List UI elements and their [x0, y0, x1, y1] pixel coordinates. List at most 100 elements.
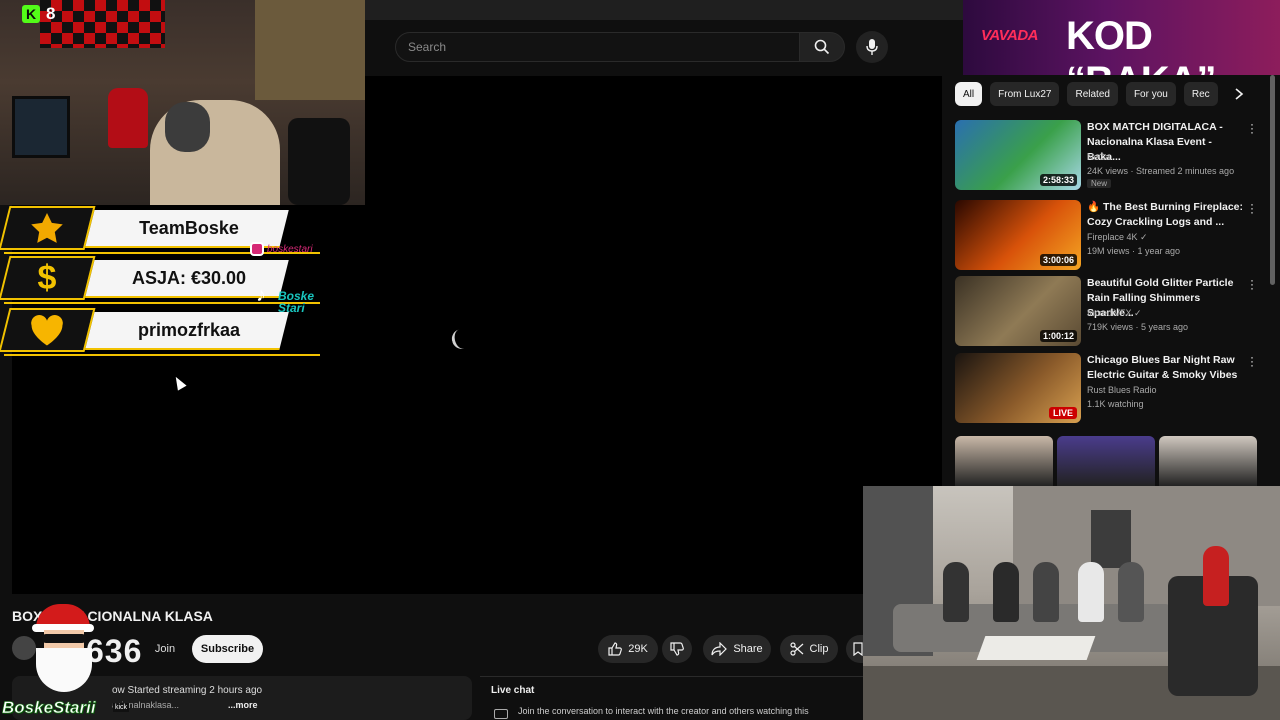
search-placeholder: Search — [408, 40, 447, 54]
santa-avatar — [32, 602, 100, 698]
thumbs-up-icon — [608, 642, 623, 656]
youtube-topbar — [365, 0, 965, 20]
viewer-person — [993, 562, 1019, 622]
viewer-person — [1033, 562, 1059, 622]
recommended-video[interactable]: 3:00:06 🔥 The Best Burning Fireplace: Coz… — [955, 198, 1260, 270]
chip-rec[interactable]: Rec — [1183, 82, 1218, 106]
kick-viewer-counter: K8 — [22, 4, 55, 24]
viewer-person — [943, 562, 969, 622]
chat-bubble-icon — [494, 709, 508, 719]
donation-row: primozfrkaa — [0, 308, 320, 356]
short-thumbnail[interactable] — [1057, 436, 1155, 486]
dislike-button[interactable] — [662, 635, 692, 663]
description-stream-info: ow Started streaming 2 hours ago — [112, 685, 263, 696]
chevron-right-icon — [1235, 88, 1244, 100]
room-camera-feed — [863, 486, 1280, 720]
room-monitor — [12, 96, 70, 158]
ad-brand-logo: VAVADA — [981, 27, 1039, 44]
clip-button[interactable]: Clip — [780, 635, 838, 663]
recommended-video-channel[interactable]: NeCa — [1087, 152, 1110, 162]
viewer-person — [1203, 546, 1229, 606]
more-options-icon[interactable]: · · · — [1249, 274, 1255, 294]
kick-logo-icon: K — [22, 5, 40, 23]
recommended-video-title[interactable]: Chicago Blues Bar Night Raw Electric Gui… — [1087, 353, 1245, 383]
video-thumbnail[interactable]: LIVE — [955, 353, 1081, 423]
viewer-person — [1118, 562, 1144, 622]
scissors-icon — [789, 642, 803, 656]
microphone-icon — [866, 39, 878, 55]
donation-text: primozfrkaa — [137, 320, 241, 340]
voice-search-button[interactable] — [856, 31, 888, 63]
santa-beard — [36, 648, 92, 692]
instagram-icon — [250, 242, 264, 256]
streamer-head — [165, 102, 210, 152]
video-duration: 2:58:33 — [1039, 174, 1077, 186]
shorts-row — [955, 436, 1265, 486]
video-duration: 3:00:06 — [1039, 254, 1077, 266]
search-icon — [814, 39, 830, 55]
instagram-handle: boskestari — [250, 242, 313, 256]
like-count: 29K — [628, 643, 648, 655]
room-shelf — [255, 0, 365, 100]
video-thumbnail[interactable]: 3:00:06 — [955, 200, 1081, 270]
filter-chips: All From Lux27 Related For you Rec — [955, 82, 1218, 106]
subscribe-button[interactable]: Subscribe — [192, 635, 263, 663]
video-thumbnail[interactable]: 1:00:12 — [955, 276, 1081, 346]
donation-text: ASJA: €30.00 — [131, 268, 247, 288]
streamer-brand-name: BoskeStarii — [2, 698, 96, 718]
more-options-icon[interactable]: · · · — [1249, 198, 1255, 218]
more-options-icon[interactable]: · · · — [1249, 351, 1255, 371]
checkered-flag-decor — [40, 0, 165, 48]
share-label: Share — [733, 643, 763, 655]
recommended-video-channel[interactable]: IncrediVFX ✓ — [1087, 308, 1142, 319]
clip-label: Clip — [809, 643, 829, 655]
chip-all[interactable]: All — [955, 82, 983, 106]
recommended-video-title[interactable]: BOX MATCH DIGITALACA - Nacionalna Klasa … — [1087, 120, 1245, 165]
viewer-person — [1078, 562, 1104, 622]
ad-banner: VAVADA KOD “BAKA” — [963, 0, 1280, 75]
chips-next-button[interactable] — [1230, 85, 1248, 103]
description-more-link[interactable]: ...more — [228, 700, 258, 710]
share-button[interactable]: Share — [703, 635, 771, 663]
live-chat-title: Live chat — [491, 685, 535, 696]
search-input[interactable]: Search — [395, 32, 800, 62]
tiktok-handle-text: Boske Stari — [278, 289, 315, 315]
recommended-video-channel[interactable]: Fireplace 4K ✓ — [1087, 232, 1148, 243]
recommended-video[interactable]: 1:00:12 Beautiful Gold Glitter Particle R… — [955, 274, 1260, 346]
recommended-video-channel[interactable]: Rust Blues Radio — [1087, 385, 1157, 395]
instagram-handle-text: boskestari — [267, 243, 313, 255]
join-button[interactable]: Join — [148, 636, 182, 662]
recommended-video-meta: 1.1K watching — [1087, 399, 1144, 409]
thumbs-down-icon — [670, 642, 684, 656]
room-chair — [108, 88, 148, 148]
new-badge: New — [1087, 179, 1112, 188]
chip-for-you[interactable]: For you — [1125, 82, 1176, 106]
chip-from-lux27[interactable]: From Lux27 — [990, 82, 1060, 106]
short-thumbnail[interactable] — [1159, 436, 1257, 486]
like-button[interactable]: 29K — [598, 635, 658, 663]
live-badge: LIVE — [1048, 407, 1077, 419]
short-thumbnail[interactable] — [955, 436, 1053, 486]
more-options-icon[interactable]: · · · — [1249, 118, 1255, 138]
streamer-webcam: K8 — [0, 0, 365, 205]
dollar-icon: $ — [37, 258, 57, 297]
recommended-video-title[interactable]: 🔥 The Best Burning Fireplace: Cozy Crack… — [1087, 200, 1245, 230]
gaming-chair — [288, 118, 350, 205]
star-icon — [26, 209, 68, 247]
tiktok-icon: ♪ — [256, 284, 266, 306]
sidebar-scrollbar[interactable] — [1270, 75, 1275, 285]
chip-related[interactable]: Related — [1067, 82, 1118, 106]
donation-text: TeamBoske — [139, 218, 239, 238]
video-thumbnail[interactable]: 2:58:33 — [955, 120, 1081, 190]
video-duration: 1:00:12 — [1039, 330, 1077, 342]
recommended-video-meta: 24K views · Streamed 2 minutes ago — [1087, 166, 1235, 176]
room-coffee-table — [976, 636, 1096, 660]
live-chat-message: Join the conversation to interact with t… — [518, 706, 809, 716]
kick-viewer-count: 8 — [46, 4, 56, 23]
room-door — [1091, 510, 1131, 568]
recommended-video-meta: 719K views · 5 years ago — [1087, 322, 1189, 332]
santa-sunglasses — [42, 634, 86, 643]
search-button[interactable] — [799, 32, 845, 62]
recommended-video[interactable]: 2:58:33 BOX MATCH DIGITALACA - Nacionalna… — [955, 118, 1260, 190]
recommended-video[interactable]: LIVE Chicago Blues Bar Night Raw Electric… — [955, 351, 1260, 423]
